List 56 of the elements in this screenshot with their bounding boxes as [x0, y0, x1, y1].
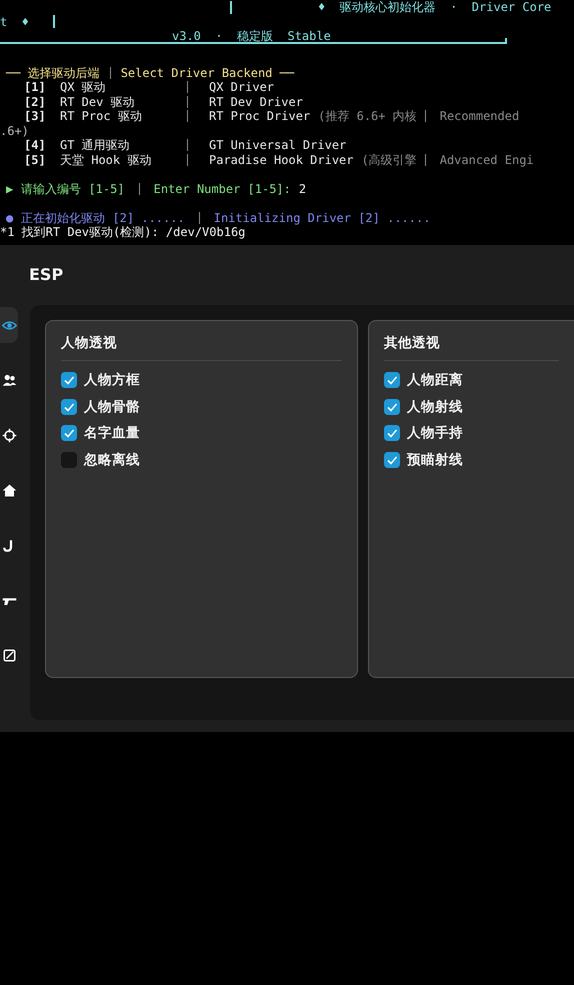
checkbox[interactable] [61, 425, 77, 442]
checkbox[interactable] [61, 452, 77, 468]
checkbox[interactable] [384, 398, 400, 415]
crosshair-icon [2, 428, 16, 442]
option-label: 人物方框 [84, 371, 140, 390]
status-text: 正在初始化驱动 [2] ...... [21, 210, 185, 225]
card-title: 其他透视 [384, 334, 441, 352]
version-label: v3.0 · 稳定版 Stable [172, 29, 331, 44]
driver-note: Advanced Engi [440, 152, 534, 167]
checkbox[interactable] [384, 372, 400, 388]
option-label: 人物骨骼 [84, 398, 140, 416]
option-number: [5] [24, 152, 47, 167]
page-title: ESP [28, 264, 64, 286]
prompt-marker: ▶ [6, 182, 14, 196]
menu-heading: ── 选择驱动后端 [6, 66, 100, 80]
option-number: [3] [24, 109, 47, 124]
prompt-label: Enter Number [1-5]: [154, 182, 291, 196]
driver-name: 天堂 Hook 驱动 [60, 152, 152, 167]
option-label: 人物手持 [407, 424, 463, 442]
driver-name: Paradise Hook Driver [209, 152, 354, 167]
menu-heading: Select Driver Backend ── [120, 66, 294, 80]
driver-note: .6+) [0, 124, 29, 138]
checkbox[interactable] [384, 452, 400, 468]
status-marker: ● [6, 210, 14, 225]
eye-tab[interactable] [0, 307, 18, 343]
status-text: Initializing Driver [2] ...... [214, 210, 430, 225]
option-number: [2] [24, 94, 47, 109]
card-title: 人物透视 [61, 334, 118, 352]
driver-name: RT Dev 驱动 [60, 94, 136, 109]
driver-name: QX 驱动 [60, 80, 107, 94]
log-line: *1 找到RT Dev驱动(检测): /dev/V0b16g [0, 225, 246, 240]
driver-name: GT 通用驱动 [60, 138, 131, 152]
checkbox[interactable] [384, 425, 400, 442]
option-label: 忽略离线 [84, 450, 140, 469]
option-label: 人物射线 [407, 398, 463, 416]
driver-name: RT Proc 驱动 [60, 109, 143, 124]
checkbox[interactable] [61, 372, 77, 388]
driver-name: QX Driver [209, 80, 274, 94]
driver-note: (推荐 6.6+ 内核 [318, 109, 417, 124]
driver-name: RT Dev Driver [209, 94, 303, 109]
driver-name: RT Proc Driver [209, 109, 310, 124]
option-number: [1] [24, 80, 47, 94]
driver-note: Recommended [440, 109, 520, 124]
input-value: 2 [298, 182, 306, 196]
house-icon [2, 482, 16, 498]
checkbox[interactable] [61, 398, 77, 415]
driver-note: (高级引擎 [362, 152, 417, 167]
driver-name: GT Universal Driver [209, 138, 346, 152]
option-label: 人物距离 [407, 371, 463, 390]
option-label: 名字血量 [84, 424, 140, 442]
people-icon [2, 372, 16, 388]
option-label: 预瞄射线 [407, 450, 463, 469]
banner-title-end: t ♦ [0, 14, 29, 29]
prompt-label: 请输入编号 [1-5] [21, 182, 125, 196]
banner-title: ♦ 驱动核心初始化器 · Driver Core [318, 0, 552, 14]
option-number: [4] [24, 138, 47, 152]
